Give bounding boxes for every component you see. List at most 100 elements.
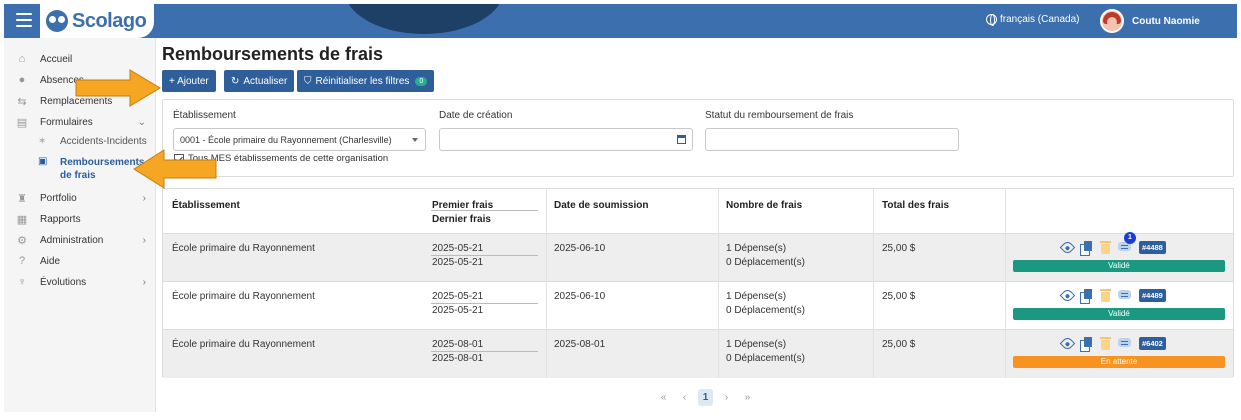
sidebar-item-label: Administration	[40, 234, 104, 246]
notification-badge: 1	[1124, 232, 1136, 244]
page-1-button[interactable]: 1	[698, 389, 713, 406]
sidebar-item-label: Portfolio	[40, 192, 77, 204]
refresh-button[interactable]: ↻ Actualiser	[224, 70, 295, 92]
cell-expenses: 1 Dépense(s)	[726, 339, 787, 350]
cell-divider	[431, 351, 538, 352]
user-name: Coutu Naomie	[1132, 15, 1200, 27]
add-button-label: + Ajouter	[169, 75, 209, 87]
reset-count-badge: 0	[415, 76, 428, 86]
sidebar-item-accidents-incidents[interactable]: ✶ Accidents-Incidents	[38, 136, 147, 147]
view-icon[interactable]	[1059, 287, 1076, 304]
cell-total: 25,00 $	[882, 339, 916, 350]
caret-down-icon	[412, 138, 418, 142]
view-icon[interactable]	[1059, 239, 1076, 256]
col-submission-date[interactable]: Date de soumission	[554, 200, 648, 211]
form-icon: ▤	[16, 116, 28, 129]
page-title: Remboursements de frais	[162, 44, 384, 64]
header-decoration	[344, 4, 504, 34]
annotation-arrow-remboursements	[133, 149, 217, 189]
accident-icon: ✶	[38, 136, 47, 147]
cell-first-fee: 2025-05-21	[432, 243, 484, 254]
language-label: français (Canada)	[1000, 14, 1080, 25]
prev-page-button[interactable]: ‹	[677, 389, 692, 406]
row-actions: 1 #4488	[1059, 232, 1166, 256]
app-logo[interactable]: Scolago	[40, 4, 154, 38]
language-selector[interactable]: français (Canada)	[986, 14, 1080, 26]
avatar	[1100, 9, 1124, 33]
help-icon: ?	[18, 255, 26, 267]
receipt-icon: ▣	[38, 156, 48, 167]
refresh-button-label: Actualiser	[243, 75, 288, 87]
status-badge: En attente	[1013, 356, 1225, 368]
cell-total: 25,00 $	[882, 291, 916, 302]
table-row[interactable]: École primaire du Rayonnement 2025-05-21…	[163, 282, 1233, 330]
sidebar-item-aide[interactable]: ? Aide	[16, 253, 146, 269]
reimbursements-table: Établissement Premier frais Dernier frai…	[162, 188, 1234, 378]
sidebar-item-label: Accidents-Incidents	[60, 136, 147, 147]
chevron-down-icon: ⌄	[137, 116, 146, 128]
col-total[interactable]: Total des frais	[882, 200, 949, 211]
cell-establishment: École primaire du Rayonnement	[172, 291, 315, 302]
table-row[interactable]: École primaire du Rayonnement 2025-05-21…	[163, 232, 1233, 282]
checkbox-label: Tous MES établissements de cette organis…	[188, 153, 389, 164]
cell-first-fee: 2025-05-21	[432, 291, 484, 302]
sidebar-item-accueil[interactable]: ⌂ Accueil	[16, 51, 146, 67]
user-clock-icon: ●	[18, 74, 26, 86]
calendar-icon[interactable]	[677, 135, 686, 144]
copy-icon[interactable]	[1080, 241, 1093, 256]
comment-icon[interactable]: 1	[1118, 232, 1136, 254]
sidebar-item-rapports[interactable]: ▦ Rapports	[16, 211, 146, 227]
home-icon: ⌂	[18, 53, 26, 65]
status-input[interactable]	[705, 128, 959, 151]
copy-icon[interactable]	[1080, 289, 1093, 304]
status-label: Statut du remboursement de frais	[705, 110, 854, 121]
sidebar-item-formulaires[interactable]: ▤ Formulaires ⌄	[16, 114, 146, 130]
menu-icon[interactable]	[16, 13, 32, 27]
comment-icon[interactable]	[1118, 337, 1131, 350]
cell-establishment: École primaire du Rayonnement	[172, 339, 315, 350]
creation-date-input[interactable]	[439, 128, 693, 151]
column-divider	[718, 189, 719, 378]
cell-last-fee: 2025-08-01	[432, 353, 484, 364]
top-bar: Scolago français (Canada) Coutu Naomie	[4, 4, 1237, 38]
cell-submission-date: 2025-06-10	[554, 243, 606, 254]
col-establishment[interactable]: Établissement	[172, 200, 240, 211]
cell-total: 25,00 $	[882, 243, 916, 254]
cell-divider	[431, 303, 538, 304]
column-divider	[873, 189, 874, 378]
table-row[interactable]: École primaire du Rayonnement 2025-08-01…	[163, 330, 1233, 378]
last-page-button[interactable]: »	[740, 389, 755, 406]
cell-expenses: 1 Dépense(s)	[726, 291, 787, 302]
cell-first-fee: 2025-08-01	[432, 339, 484, 350]
reset-filters-button[interactable]: ⛉ Réinitialiser les filtres 0	[297, 70, 435, 92]
trash-icon[interactable]	[1099, 337, 1112, 350]
next-page-button[interactable]: ›	[719, 389, 734, 406]
establishment-value: 0001 - École primaire du Rayonnement (Ch…	[180, 134, 392, 145]
add-button[interactable]: + Ajouter	[162, 70, 216, 92]
trash-icon[interactable]	[1099, 241, 1112, 254]
status-badge: Validé	[1013, 260, 1225, 272]
sidebar-item-portfolio[interactable]: ♜ Portfolio ›	[16, 190, 146, 206]
reset-filters-label: Réinitialiser les filtres	[315, 75, 410, 87]
id-badge: #4489	[1139, 289, 1166, 302]
copy-icon[interactable]	[1080, 337, 1093, 352]
sidebar-item-remboursements[interactable]: ▣ Remboursements de frais	[38, 156, 144, 182]
first-page-button[interactable]: «	[656, 389, 671, 406]
comment-icon[interactable]	[1118, 289, 1131, 302]
owl-logo-icon	[46, 10, 68, 32]
cell-establishment: École primaire du Rayonnement	[172, 243, 315, 254]
filters-panel: Établissement 0001 - École primaire du R…	[162, 99, 1234, 177]
chevron-right-icon: ›	[142, 234, 146, 246]
table-header: Établissement Premier frais Dernier frai…	[163, 189, 1233, 234]
app-name: Scolago	[72, 9, 147, 32]
sidebar-item-administration[interactable]: ⚙ Administration ›	[16, 232, 146, 248]
status-badge: Validé	[1013, 308, 1225, 320]
col-last-fee[interactable]: Dernier frais	[432, 214, 491, 225]
filter-clear-icon: ⛉	[304, 75, 312, 87]
user-menu[interactable]: Coutu Naomie	[1100, 9, 1200, 33]
trash-icon[interactable]	[1099, 289, 1112, 302]
cell-submission-date: 2025-06-10	[554, 291, 606, 302]
col-fee-count[interactable]: Nombre de frais	[726, 200, 802, 211]
sidebar-item-evolutions[interactable]: ♆ Évolutions ›	[16, 274, 146, 290]
view-icon[interactable]	[1059, 335, 1076, 352]
